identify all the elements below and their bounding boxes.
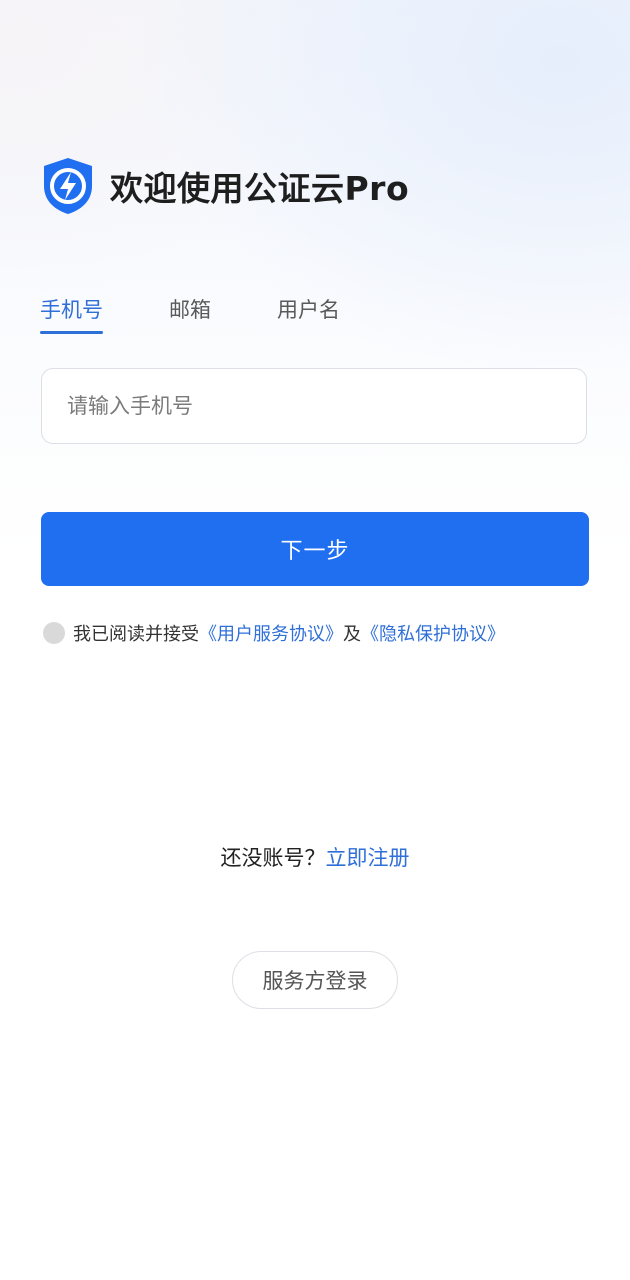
user-agreement-link[interactable]: 《用户服务协议》 [199, 620, 343, 646]
agreement-joiner: 及 [343, 624, 361, 645]
register-row: 还没账号？立即注册 [0, 842, 630, 872]
privacy-agreement-link[interactable]: 《隐私保护协议》 [361, 620, 505, 646]
register-link[interactable]: 立即注册 [326, 846, 410, 870]
phone-input-box [41, 368, 587, 444]
agreement-prefix: 我已阅读并接受 [73, 624, 199, 645]
shield-lightning-icon [40, 156, 96, 216]
tab-phone[interactable]: 手机号 [40, 294, 103, 334]
register-prompt: 还没账号？ [220, 846, 326, 870]
tab-username[interactable]: 用户名 [277, 294, 340, 334]
agreement-row: 我已阅读并接受 《用户服务协议》 及 《隐私保护协议》 [43, 620, 505, 646]
header: 欢迎使用公证云Pro [40, 156, 409, 216]
provider-login-button[interactable]: 服务方登录 [232, 951, 398, 1009]
phone-input[interactable] [42, 369, 586, 443]
agreement-radio[interactable] [43, 622, 65, 644]
next-button[interactable]: 下一步 [41, 512, 589, 586]
app-title: 欢迎使用公证云Pro [110, 169, 410, 208]
background-gradient [0, 0, 630, 560]
tab-email[interactable]: 邮箱 [169, 294, 211, 334]
login-method-tabs: 手机号 邮箱 用户名 [40, 294, 406, 334]
